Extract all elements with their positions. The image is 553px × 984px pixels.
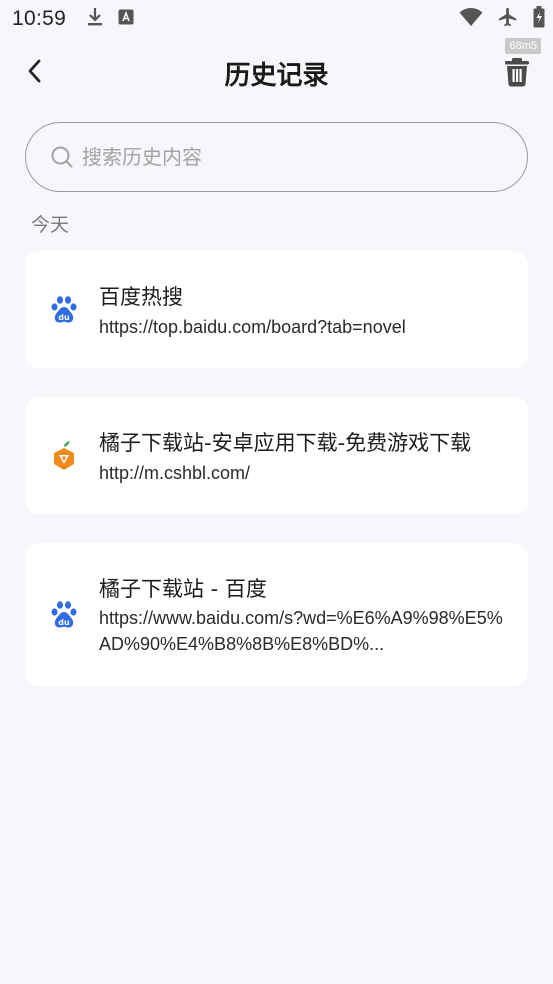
section-date-label: 今天 bbox=[31, 214, 70, 236]
search-icon bbox=[51, 146, 73, 168]
svg-text:du: du bbox=[58, 618, 70, 627]
history-item-title: 橘子下载站-安卓应用下载-免费游戏下载 bbox=[99, 431, 472, 455]
wifi-icon bbox=[459, 7, 483, 31]
history-item-title: 百度热搜 bbox=[99, 285, 183, 309]
history-item-title: 橘子下载站 - 百度 bbox=[99, 577, 267, 601]
orange-site-icon bbox=[49, 441, 79, 471]
airplane-icon bbox=[497, 6, 519, 32]
history-item-url: https://www.baidu.com/s?wd=%E6%A9%98%E5%… bbox=[99, 608, 503, 654]
history-item[interactable]: du 橘子下载站 - 百度 https://www.baidu.com/s?wd… bbox=[25, 543, 528, 686]
status-time: 10:59 bbox=[12, 7, 67, 30]
history-item-url: http://m.cshbl.com/ bbox=[99, 463, 251, 483]
status-bar: 10:59 bbox=[0, 0, 553, 38]
history-item[interactable]: du 百度热搜 https://top.baidu.com/board?tab=… bbox=[25, 251, 528, 368]
battery-charging-icon bbox=[533, 6, 545, 32]
page-title: 历史记录 bbox=[224, 61, 329, 91]
app-notification-icon bbox=[118, 9, 134, 29]
clear-history-button[interactable] bbox=[499, 54, 535, 90]
status-left-icons bbox=[86, 7, 134, 31]
header: 历史记录 bbox=[0, 40, 553, 104]
baidu-icon: du bbox=[49, 295, 79, 325]
baidu-icon: du bbox=[49, 600, 79, 630]
history-item[interactable]: 橘子下载站-安卓应用下载-免费游戏下载 http://m.cshbl.com/ bbox=[25, 397, 528, 514]
history-item-url: https://top.baidu.com/board?tab=novel bbox=[99, 317, 406, 337]
status-right-icons bbox=[459, 6, 545, 32]
search-box[interactable] bbox=[25, 122, 528, 192]
trash-icon bbox=[505, 58, 529, 87]
svg-text:du: du bbox=[58, 313, 70, 322]
download-icon bbox=[86, 7, 104, 31]
search-input[interactable] bbox=[82, 145, 482, 169]
